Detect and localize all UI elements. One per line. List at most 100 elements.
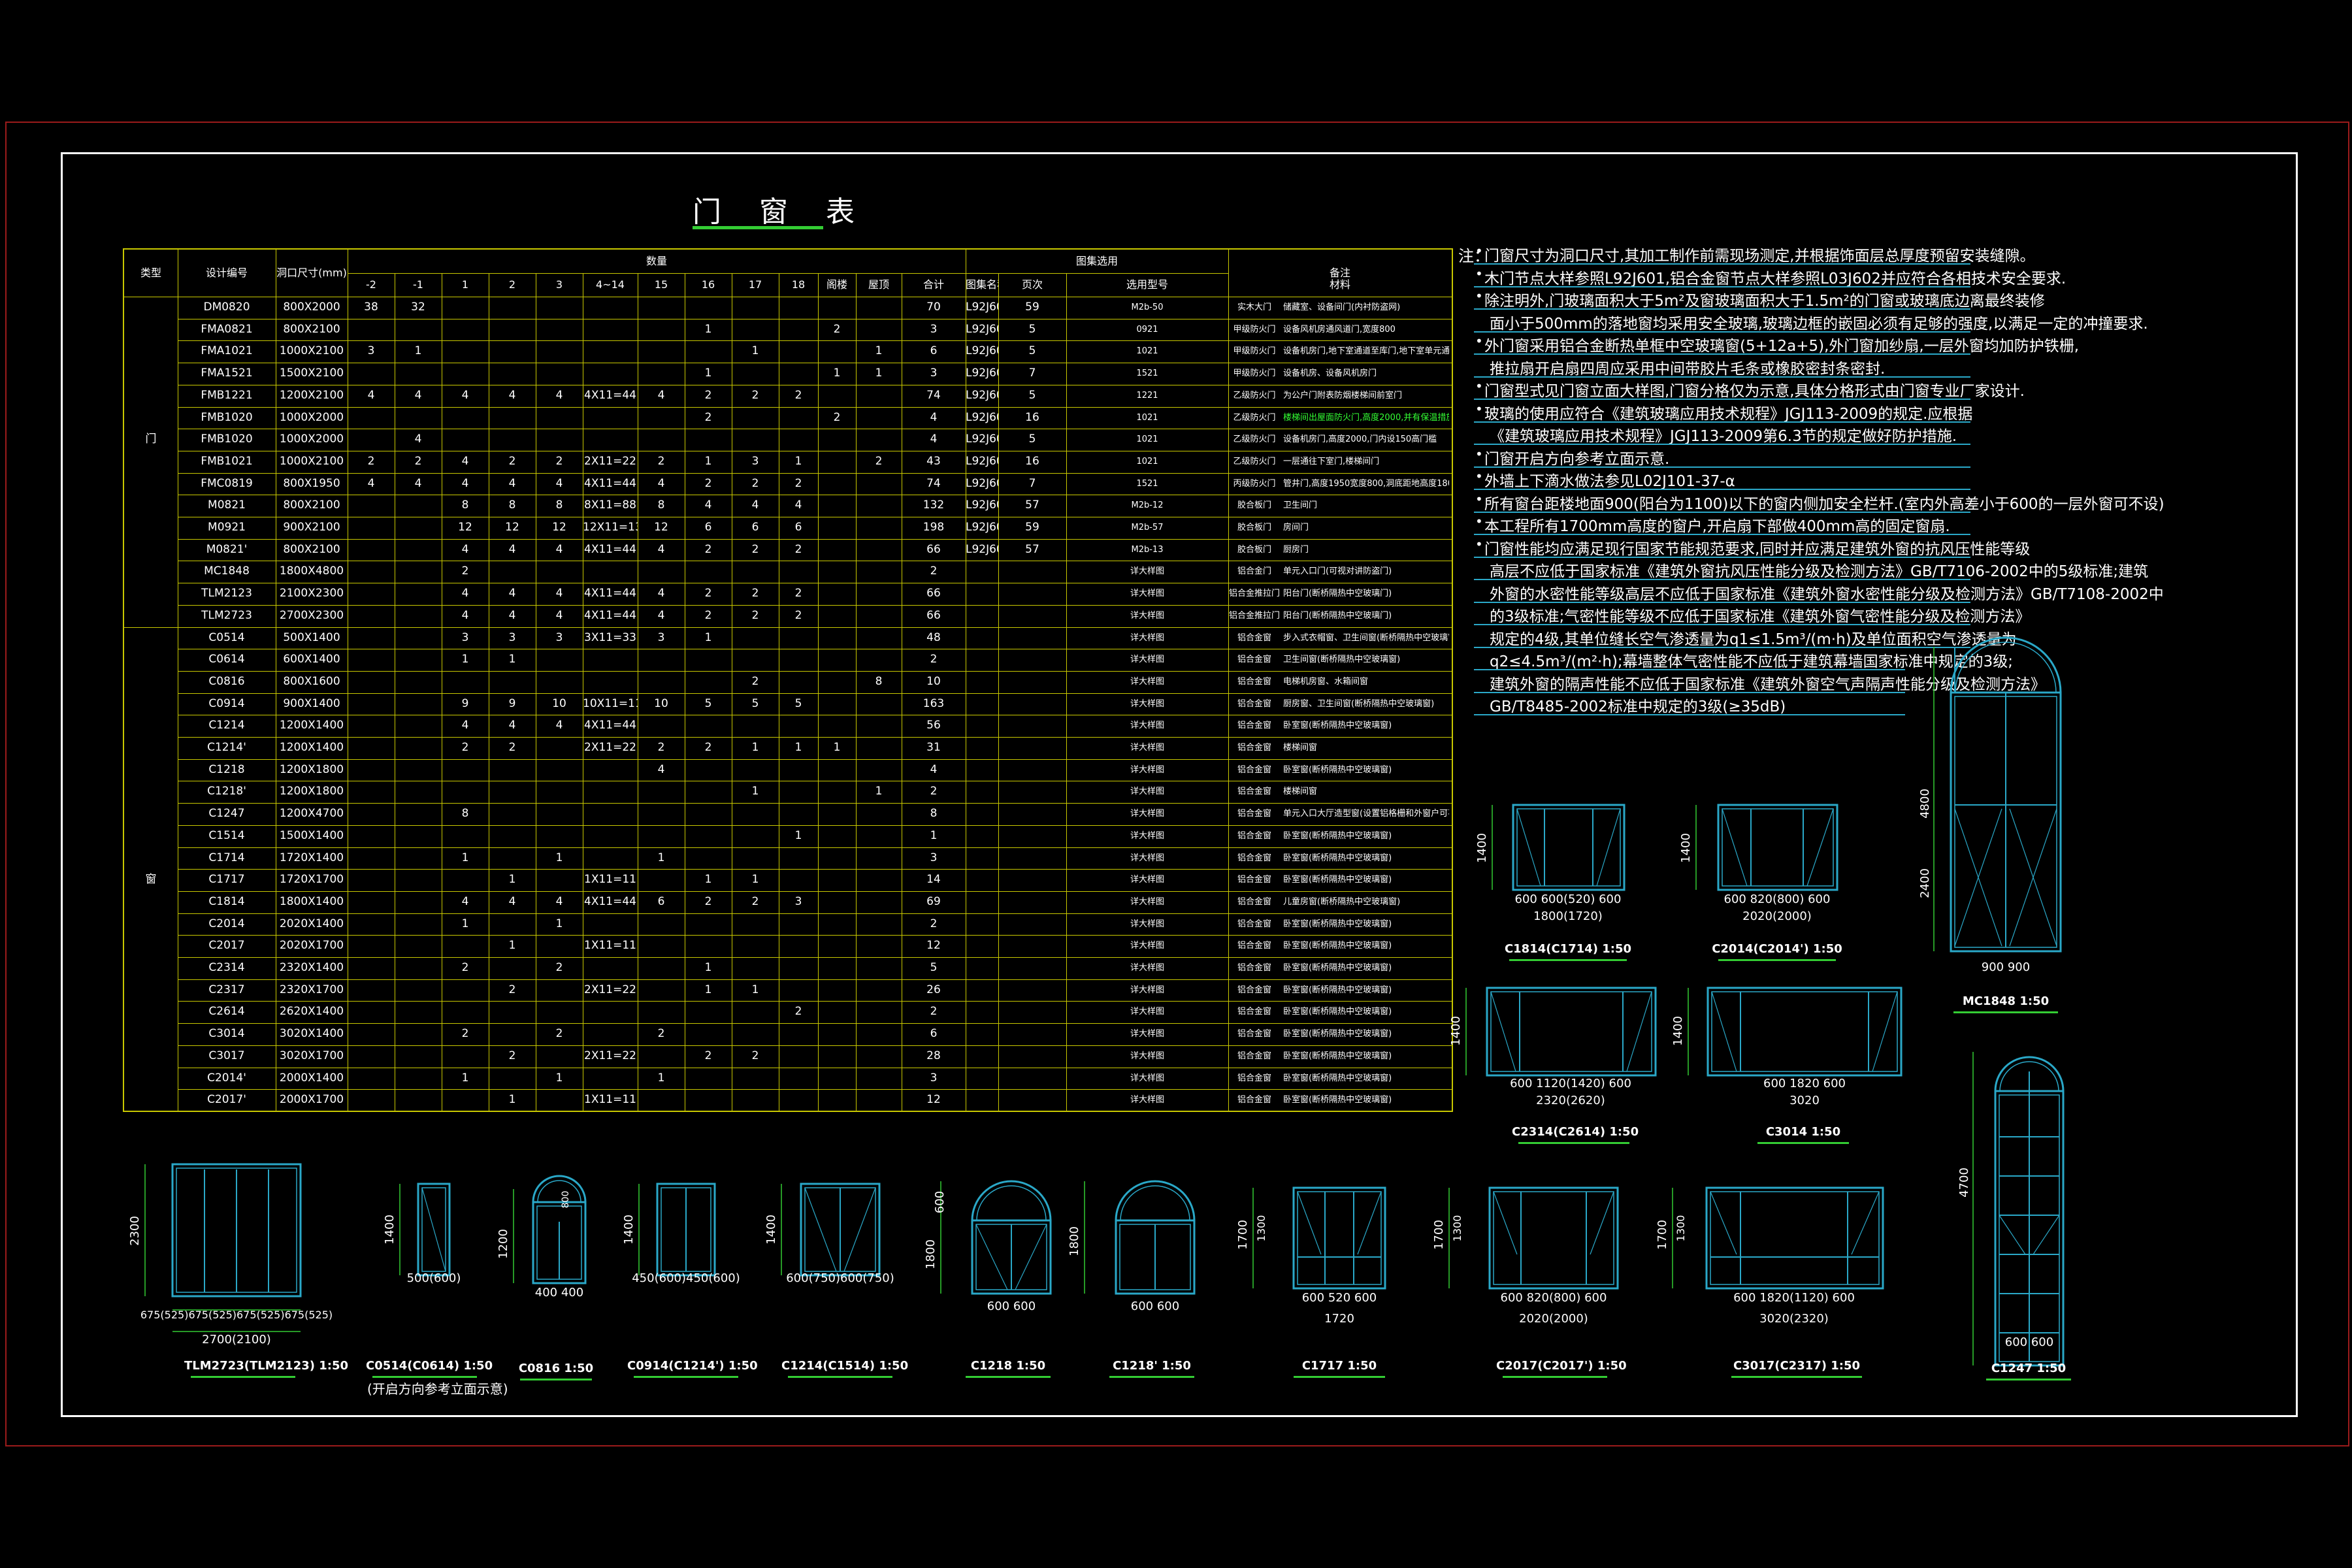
drawing-title-underline — [520, 1379, 592, 1380]
c1218-label: C1218 1:50 — [970, 1359, 1046, 1373]
c1717-label: C1717 1:50 — [1301, 1359, 1377, 1373]
dimension-label: 600 820(800) 600 — [1724, 892, 1831, 906]
dimension-label: 600 600 — [2005, 1335, 2053, 1349]
dimension-label: 4700 — [1957, 1168, 1971, 1198]
dimension-label: 450(600)450(600) — [632, 1271, 740, 1285]
c1814-label: C1814(C1714) 1:50 — [1504, 942, 1632, 956]
drawing-title-underline — [966, 1376, 1051, 1378]
c0816-label: C0816 1:50 — [518, 1362, 594, 1375]
mc1848-arch — [1950, 636, 2062, 693]
dimension-label: 1300 — [1451, 1215, 1463, 1242]
dimension-label: 400 400 — [535, 1286, 583, 1299]
c1218p-arch — [1115, 1180, 1196, 1221]
c3014-label: C3014 1:50 — [1765, 1125, 1841, 1139]
opening-indicator — [1493, 1191, 1518, 1255]
dimension-label: 1400 — [622, 1215, 636, 1245]
dimension-label: 1400 — [764, 1215, 778, 1245]
dimension-label: 1800 — [1068, 1226, 1081, 1256]
c2017-frame — [1488, 1186, 1619, 1290]
dimension-label: 600 520 600 — [1302, 1291, 1377, 1305]
opening-indicator — [1711, 991, 1737, 1072]
drawing-title-underline — [1953, 1011, 2058, 1013]
dimension-label: 600 600(520) 600 — [1515, 892, 1622, 906]
opening-indicator — [1806, 808, 1834, 887]
c3017-label: C3017(C2317) 1:50 — [1733, 1359, 1861, 1373]
dimension-label: 2020(2000) — [1742, 909, 1812, 923]
c1247-label: C1247 1:50 — [1991, 1362, 2066, 1375]
drawing-title-underline — [372, 1376, 477, 1378]
drawing-title-underline — [1718, 959, 1836, 961]
dimension-label: 1400 — [1475, 833, 1489, 863]
c0514-label: C0514(C0614) 1:50 — [366, 1359, 493, 1373]
dimension-label: 1800 — [924, 1239, 938, 1269]
opening-indicator — [1710, 1191, 1737, 1255]
window-inner-frame — [1297, 1191, 1382, 1285]
opening-indicator — [1722, 808, 1748, 887]
open-direction-note: (开启方向参考立面示意) — [367, 1381, 508, 1397]
c2014-frame — [1717, 804, 1838, 891]
opening-indicator — [975, 1224, 1008, 1290]
c2314-label: C2314(C2614) 1:50 — [1512, 1125, 1639, 1139]
dimension-label: 2300 — [128, 1216, 142, 1246]
c1717-frame — [1292, 1186, 1386, 1290]
drawing-title-underline — [634, 1376, 738, 1378]
dimension-label: 1400 — [1671, 1016, 1685, 1046]
dimension-label: 1400 — [1449, 1016, 1463, 1046]
dimension-label: 1720 — [1324, 1312, 1354, 1326]
c3014-frame — [1707, 987, 1903, 1077]
dimension-label: 3020 — [1789, 1094, 1820, 1107]
dimension-label: 600 — [933, 1191, 947, 1213]
dimension-label: 1400 — [383, 1215, 397, 1245]
arch-inner — [976, 1185, 1047, 1221]
dimension-label: 1400 — [1679, 833, 1693, 863]
window-inner-frame — [1722, 808, 1834, 887]
arch-inner — [537, 1180, 581, 1203]
drawing-title-underline — [1294, 1376, 1385, 1378]
c0816-arch — [532, 1175, 587, 1203]
drawing-title-underline — [1509, 959, 1627, 961]
c3017-frame — [1705, 1186, 1884, 1290]
drawing-title-underline — [788, 1376, 892, 1378]
cad-drawing-sheet: 门 窗 表 类型 设计编号 洞口尺寸(mm) 数量 图集选用 备注 -2 -1 1 2 3 4~14 1… — [0, 0, 2352, 1568]
c1214-label: C1214(C1514) 1:50 — [781, 1359, 909, 1373]
window-inner-frame — [1710, 1191, 1880, 1285]
arch-inner — [1120, 1185, 1190, 1221]
opening-indicator — [1999, 1215, 2026, 1255]
c1814-frame — [1512, 804, 1625, 891]
opening-indicator — [421, 1187, 446, 1272]
dimension-label: 2700(2100) — [202, 1333, 271, 1347]
dimension-label: 1700 — [1432, 1220, 1446, 1250]
dimension-label: 2400 — [1918, 868, 1932, 898]
dimension-label: 1800(1720) — [1533, 909, 1603, 923]
drawing-title-underline — [1503, 1376, 1607, 1378]
dimension-label: 600 1820 600 — [1763, 1077, 1846, 1090]
opening-indicator — [1626, 991, 1652, 1072]
drawing-title-underline — [1731, 1376, 1862, 1378]
tlm2723-label: TLM2723(TLM2123) 1:50 — [184, 1359, 349, 1373]
opening-indicator — [1357, 1191, 1382, 1255]
dimension-label: 600 1120(1420) 600 — [1510, 1077, 1631, 1090]
c2314-frame — [1486, 987, 1657, 1077]
dimension-label: 1700 — [1656, 1220, 1669, 1250]
opening-indicator — [804, 1187, 837, 1272]
c1218-arch — [971, 1180, 1052, 1221]
drawing-title-underline — [191, 1376, 295, 1378]
window-inner-frame — [1493, 1191, 1614, 1285]
opening-indicator — [2033, 1215, 2060, 1255]
dimension-label: 600(750)600(750) — [786, 1271, 894, 1285]
dimension-label: 600 820(800) 600 — [1501, 1291, 1607, 1305]
window-inner-frame — [1711, 991, 1898, 1072]
dimension-label: 2020(2000) — [1519, 1312, 1588, 1326]
c0914-label: C0914(C1214') 1:50 — [627, 1359, 758, 1373]
dimension-label: 600 600 — [987, 1299, 1036, 1313]
drawing-title-underline — [1518, 1142, 1629, 1144]
opening-indicator — [1297, 1191, 1322, 1255]
opening-indicator — [1851, 1191, 1880, 1255]
dimension-label: 1300 — [1674, 1215, 1687, 1242]
radius-label: 800 — [561, 1191, 571, 1209]
elevation-drawings: 2300 675(525)675(525)675(525)675(525) 2700… — [128, 636, 2065, 1367]
dimension-label: 2320(2620) — [1536, 1094, 1605, 1107]
opening-indicator — [1872, 991, 1898, 1072]
window-inner-frame — [1516, 808, 1621, 887]
drawing-title-underline — [1757, 1142, 1849, 1144]
